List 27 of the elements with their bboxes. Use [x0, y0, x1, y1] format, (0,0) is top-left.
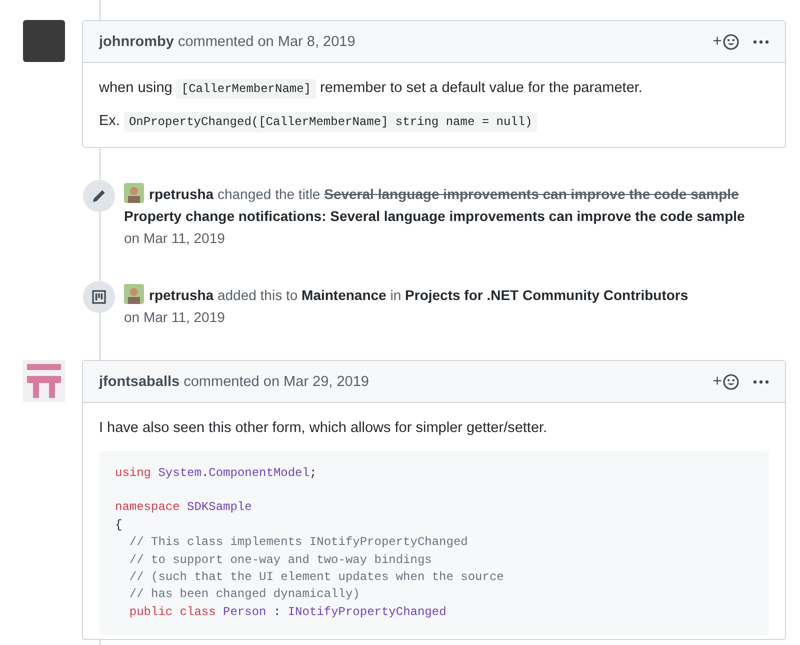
user-avatar-icon[interactable] [124, 183, 144, 204]
add-reaction-button[interactable]: + [712, 32, 739, 50]
event-date: on Mar 11, 2019 [124, 308, 226, 328]
smiley-icon [723, 374, 739, 390]
code-line: // to support one-way and two-way bindings [128, 552, 433, 569]
more-options-icon[interactable] [753, 40, 769, 44]
event-date: on Mar 11, 2019 [124, 229, 226, 248]
smiley-icon [723, 34, 739, 50]
code-line: public class Person : INotifyPropertyChanged [128, 604, 448, 621]
event-description: rpetrusha added this to Maintenance in Projects for .NET Community Contributors [124, 284, 790, 306]
author-link[interactable]: johnromby [99, 34, 174, 50]
comment-text: I have also seen this other form, which allows for simpler getter/setter. [99, 419, 548, 438]
add-reaction-button[interactable]: + [712, 372, 739, 391]
author-link[interactable]: jfontsaballs [99, 374, 180, 390]
code-line: { [115, 516, 124, 534]
more-options-icon[interactable] [753, 380, 769, 384]
code-line: // has been changed dynamically) [128, 586, 361, 604]
event-description: rpetrusha changed the title Several language improvements can improve the code sample Property change notifications: Several language improvements can improve the code sample [124, 183, 790, 228]
comment-timestamp: commented on Mar 29, 2019 [184, 374, 369, 390]
user-avatar-icon[interactable] [124, 284, 144, 304]
identicon-avatar-icon[interactable] [23, 360, 65, 402]
code-line: namespace SDKSample [115, 499, 253, 516]
code-line: // (such that the UI element updates when the source [128, 568, 505, 586]
code-line: // This class implements INotifyPropertyChanged [128, 534, 469, 552]
code-line: using System.ComponentModel; [115, 464, 318, 482]
comment-text: when using [CallerMemberName] remember to set a default value for the parameter. [99, 77, 769, 100]
comment-timestamp: commented on Mar 8, 2019 [178, 34, 356, 50]
